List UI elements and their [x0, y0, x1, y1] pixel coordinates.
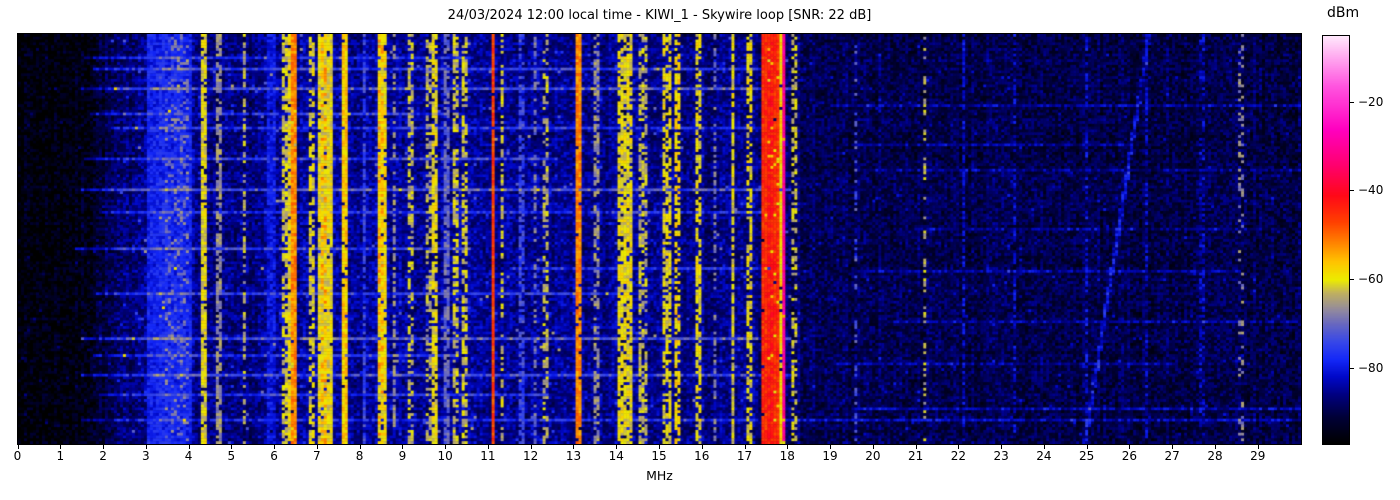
x-tick-mark	[745, 445, 746, 449]
colorbar-tick-label: −80	[1358, 360, 1384, 375]
x-tick-label: 15	[651, 449, 667, 463]
x-tick-label: 7	[313, 449, 321, 463]
x-tick-mark	[402, 445, 403, 449]
x-tick-label: 20	[865, 449, 881, 463]
x-tick-label: 16	[694, 449, 710, 463]
x-tick-label: 0	[13, 449, 22, 463]
colorbar-unit-label: dBm	[1327, 5, 1360, 21]
x-tick-mark	[830, 445, 831, 449]
x-tick-mark	[360, 445, 361, 449]
x-tick-mark	[103, 445, 104, 449]
x-tick-label: 25	[1079, 449, 1095, 463]
x-tick-label: 1	[56, 449, 65, 463]
x-tick-label: 22	[950, 449, 966, 463]
colorbar-tick-mark	[1350, 190, 1354, 191]
x-tick-label: 12	[523, 449, 539, 463]
x-tick-mark	[189, 445, 190, 449]
x-tick-mark	[573, 445, 574, 449]
x-tick-label: 5	[227, 449, 236, 463]
colorbar-tick-mark	[1350, 279, 1354, 280]
x-tick-label: 19	[822, 449, 838, 463]
x-tick-mark	[659, 445, 660, 449]
x-tick-mark	[231, 445, 232, 449]
x-tick-label: 2	[99, 449, 107, 463]
colorbar-tick-label: −60	[1358, 271, 1384, 286]
x-tick-mark	[146, 445, 147, 449]
x-tick-mark	[445, 445, 446, 449]
x-tick-label: 28	[1207, 449, 1223, 463]
x-tick-mark	[1129, 445, 1130, 449]
x-tick-mark	[1258, 445, 1259, 449]
spectrogram-plot-area	[17, 33, 1302, 445]
x-tick-label: 10	[437, 449, 453, 463]
x-tick-label: 8	[355, 449, 364, 463]
x-tick-mark	[531, 445, 532, 449]
x-tick-mark	[1087, 445, 1088, 449]
x-tick-mark	[1215, 445, 1216, 449]
x-tick-label: 18	[779, 449, 795, 463]
x-tick-label: 14	[608, 449, 624, 463]
x-tick-mark	[317, 445, 318, 449]
x-tick-label: 26	[1121, 449, 1138, 463]
colorbar-tick-label: −20	[1358, 94, 1384, 109]
x-tick-label: 11	[480, 449, 496, 463]
colorbar-tick-label: −40	[1358, 183, 1384, 198]
x-tick-mark	[274, 445, 275, 449]
x-tick-mark	[488, 445, 489, 449]
x-tick-mark	[1044, 445, 1045, 449]
x-tick-label: 4	[184, 449, 193, 463]
x-tick-mark	[60, 445, 61, 449]
x-tick-label: 9	[398, 449, 407, 463]
spectrogram-canvas	[18, 34, 1301, 444]
x-axis-label: MHz	[646, 468, 673, 483]
x-tick-label: 3	[141, 449, 150, 463]
x-tick-label: 24	[1036, 449, 1052, 463]
x-tick-label: 27	[1164, 449, 1180, 463]
x-tick-mark	[702, 445, 703, 449]
x-tick-label: 21	[907, 449, 924, 463]
x-tick-mark	[18, 445, 19, 449]
x-tick-label: 29	[1250, 449, 1266, 463]
x-tick-label: 13	[565, 449, 582, 463]
spectrogram-figure: 24/03/2024 12:00 local time - KIWI_1 - S…	[0, 0, 1400, 500]
x-tick-label: 6	[270, 449, 278, 463]
x-tick-label: 23	[993, 449, 1009, 463]
x-tick-mark	[616, 445, 617, 449]
x-tick-mark	[1172, 445, 1173, 449]
colorbar-tick-mark	[1350, 368, 1354, 369]
x-tick-mark	[1001, 445, 1002, 449]
chart-title: 24/03/2024 12:00 local time - KIWI_1 - S…	[447, 8, 872, 23]
colorbar-canvas	[1323, 36, 1349, 444]
x-tick-mark	[787, 445, 788, 449]
x-tick-mark	[916, 445, 917, 449]
colorbar-tick-mark	[1350, 102, 1354, 103]
x-tick-label: 17	[736, 449, 753, 463]
colorbar	[1322, 35, 1350, 445]
x-tick-mark	[873, 445, 874, 449]
x-tick-mark	[958, 445, 959, 449]
